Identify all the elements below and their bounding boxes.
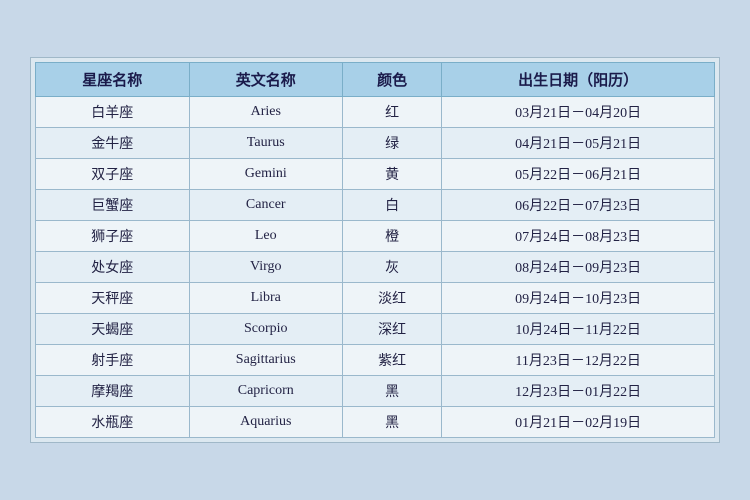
table-row: 天秤座Libra淡红09月24日－10月23日 bbox=[36, 283, 715, 314]
table-row: 天蝎座Scorpio深红10月24日－11月22日 bbox=[36, 314, 715, 345]
table-row: 双子座Gemini黄05月22日－06月21日 bbox=[36, 159, 715, 190]
cell-color: 红 bbox=[343, 97, 442, 128]
zodiac-table: 星座名称 英文名称 颜色 出生日期（阳历） 白羊座Aries红03月21日－04… bbox=[35, 62, 715, 438]
cell-dates: 08月24日－09月23日 bbox=[442, 252, 715, 283]
cell-dates: 11月23日－12月22日 bbox=[442, 345, 715, 376]
cell-english-name: Gemini bbox=[189, 159, 343, 190]
cell-color: 紫红 bbox=[343, 345, 442, 376]
cell-dates: 07月24日－08月23日 bbox=[442, 221, 715, 252]
cell-color: 白 bbox=[343, 190, 442, 221]
cell-color: 深红 bbox=[343, 314, 442, 345]
cell-english-name: Virgo bbox=[189, 252, 343, 283]
cell-chinese-name: 水瓶座 bbox=[36, 407, 190, 438]
table-row: 射手座Sagittarius紫红11月23日－12月22日 bbox=[36, 345, 715, 376]
table-row: 摩羯座Capricorn黑12月23日－01月22日 bbox=[36, 376, 715, 407]
cell-english-name: Cancer bbox=[189, 190, 343, 221]
table-body: 白羊座Aries红03月21日－04月20日金牛座Taurus绿04月21日－0… bbox=[36, 97, 715, 438]
cell-english-name: Aquarius bbox=[189, 407, 343, 438]
cell-english-name: Leo bbox=[189, 221, 343, 252]
cell-dates: 01月21日－02月19日 bbox=[442, 407, 715, 438]
table-row: 水瓶座Aquarius黑01月21日－02月19日 bbox=[36, 407, 715, 438]
cell-dates: 06月22日－07月23日 bbox=[442, 190, 715, 221]
cell-chinese-name: 处女座 bbox=[36, 252, 190, 283]
cell-english-name: Taurus bbox=[189, 128, 343, 159]
cell-english-name: Libra bbox=[189, 283, 343, 314]
cell-chinese-name: 白羊座 bbox=[36, 97, 190, 128]
cell-dates: 05月22日－06月21日 bbox=[442, 159, 715, 190]
table-row: 巨蟹座Cancer白06月22日－07月23日 bbox=[36, 190, 715, 221]
table-row: 金牛座Taurus绿04月21日－05月21日 bbox=[36, 128, 715, 159]
cell-chinese-name: 金牛座 bbox=[36, 128, 190, 159]
table-header-row: 星座名称 英文名称 颜色 出生日期（阳历） bbox=[36, 63, 715, 97]
header-chinese-name: 星座名称 bbox=[36, 63, 190, 97]
cell-chinese-name: 双子座 bbox=[36, 159, 190, 190]
cell-dates: 09月24日－10月23日 bbox=[442, 283, 715, 314]
header-dates: 出生日期（阳历） bbox=[442, 63, 715, 97]
cell-dates: 03月21日－04月20日 bbox=[442, 97, 715, 128]
cell-chinese-name: 射手座 bbox=[36, 345, 190, 376]
cell-color: 橙 bbox=[343, 221, 442, 252]
table-row: 白羊座Aries红03月21日－04月20日 bbox=[36, 97, 715, 128]
cell-chinese-name: 摩羯座 bbox=[36, 376, 190, 407]
cell-english-name: Aries bbox=[189, 97, 343, 128]
zodiac-table-container: 星座名称 英文名称 颜色 出生日期（阳历） 白羊座Aries红03月21日－04… bbox=[30, 57, 720, 443]
cell-dates: 04月21日－05月21日 bbox=[442, 128, 715, 159]
cell-dates: 12月23日－01月22日 bbox=[442, 376, 715, 407]
header-english-name: 英文名称 bbox=[189, 63, 343, 97]
cell-color: 淡红 bbox=[343, 283, 442, 314]
cell-chinese-name: 狮子座 bbox=[36, 221, 190, 252]
cell-color: 灰 bbox=[343, 252, 442, 283]
cell-dates: 10月24日－11月22日 bbox=[442, 314, 715, 345]
cell-color: 黑 bbox=[343, 407, 442, 438]
cell-chinese-name: 天蝎座 bbox=[36, 314, 190, 345]
table-row: 处女座Virgo灰08月24日－09月23日 bbox=[36, 252, 715, 283]
cell-color: 黑 bbox=[343, 376, 442, 407]
cell-english-name: Capricorn bbox=[189, 376, 343, 407]
cell-chinese-name: 巨蟹座 bbox=[36, 190, 190, 221]
cell-color: 绿 bbox=[343, 128, 442, 159]
cell-english-name: Scorpio bbox=[189, 314, 343, 345]
cell-english-name: Sagittarius bbox=[189, 345, 343, 376]
cell-color: 黄 bbox=[343, 159, 442, 190]
cell-chinese-name: 天秤座 bbox=[36, 283, 190, 314]
header-color: 颜色 bbox=[343, 63, 442, 97]
table-row: 狮子座Leo橙07月24日－08月23日 bbox=[36, 221, 715, 252]
